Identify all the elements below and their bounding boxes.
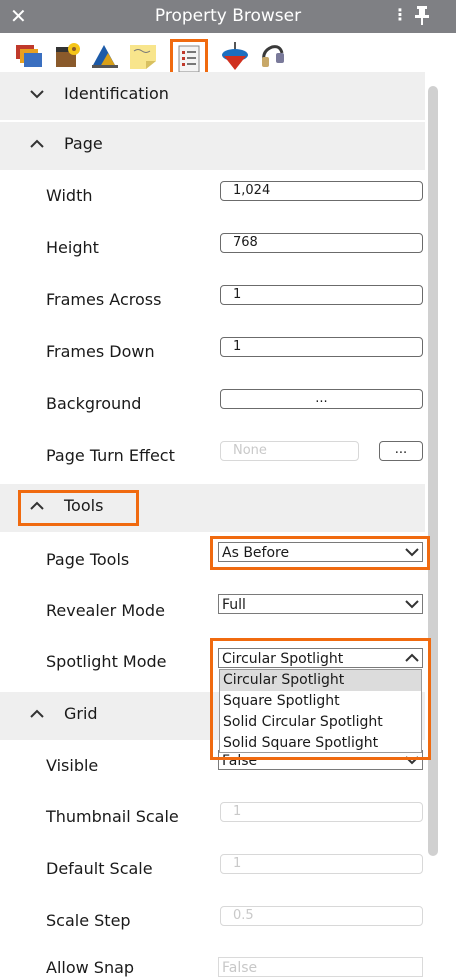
page-turn-effect-field: None: [220, 441, 359, 461]
spotlight-highlight-box: [210, 638, 431, 760]
thumbnail-scale-label: Thumbnail Scale: [46, 807, 179, 826]
media-icon[interactable]: [50, 39, 84, 73]
page-turn-effect-label: Page Turn Effect: [46, 446, 175, 465]
background-button[interactable]: ...: [220, 389, 423, 409]
frames-down-label: Frames Down: [46, 342, 155, 361]
revealer-mode-value: Full: [222, 597, 246, 613]
section-label: Grid: [64, 704, 98, 723]
height-field[interactable]: 768: [220, 233, 423, 253]
audio-icon[interactable]: [256, 39, 290, 73]
page-tools-highlight-box: [210, 536, 430, 570]
chevron-down-icon: [405, 600, 419, 609]
chevron-down-icon: [30, 90, 44, 99]
chevron-up-icon: [30, 709, 44, 718]
frames-across-field[interactable]: 1: [220, 285, 423, 305]
menu-icon[interactable]: ⋮: [392, 5, 408, 24]
allow-snap-value: False: [222, 960, 258, 976]
revealer-mode-select[interactable]: Full: [218, 594, 423, 614]
height-label: Height: [46, 238, 99, 257]
allow-snap-label: Allow Snap: [46, 958, 135, 977]
spinning-top-icon[interactable]: [218, 39, 252, 73]
background-label: Background: [46, 394, 142, 413]
window-title: Property Browser: [154, 6, 302, 26]
section-identification[interactable]: Identification: [0, 72, 425, 120]
default-scale-field: 1: [220, 854, 423, 874]
default-scale-label: Default Scale: [46, 859, 153, 878]
frames-down-field[interactable]: 1: [220, 337, 423, 357]
frames-across-label: Frames Across: [46, 290, 162, 309]
width-label: Width: [46, 186, 93, 205]
scale-step-field: 0.5: [220, 906, 423, 926]
page-tools-label: Page Tools: [46, 550, 130, 569]
allow-snap-select: False: [218, 957, 423, 977]
spotlight-mode-label: Spotlight Mode: [46, 652, 167, 671]
slides-icon[interactable]: [12, 39, 46, 73]
title-bar: ✕ Property Browser ⋮: [0, 0, 456, 33]
width-field[interactable]: 1,024: [220, 181, 423, 201]
animation-icon[interactable]: [88, 39, 122, 73]
tools-highlight-box: [18, 490, 139, 526]
section-label: Identification: [64, 84, 169, 103]
thumbnail-scale-field: 1: [220, 802, 423, 822]
pin-icon[interactable]: [412, 4, 432, 26]
notes-icon[interactable]: [126, 39, 160, 73]
scale-step-label: Scale Step: [46, 911, 131, 930]
chevron-up-icon: [30, 139, 44, 148]
section-label: Page: [64, 134, 103, 153]
page-turn-effect-button[interactable]: ...: [379, 441, 423, 461]
section-page[interactable]: Page: [0, 122, 425, 170]
revealer-mode-label: Revealer Mode: [46, 601, 165, 620]
visible-label: Visible: [46, 756, 99, 775]
